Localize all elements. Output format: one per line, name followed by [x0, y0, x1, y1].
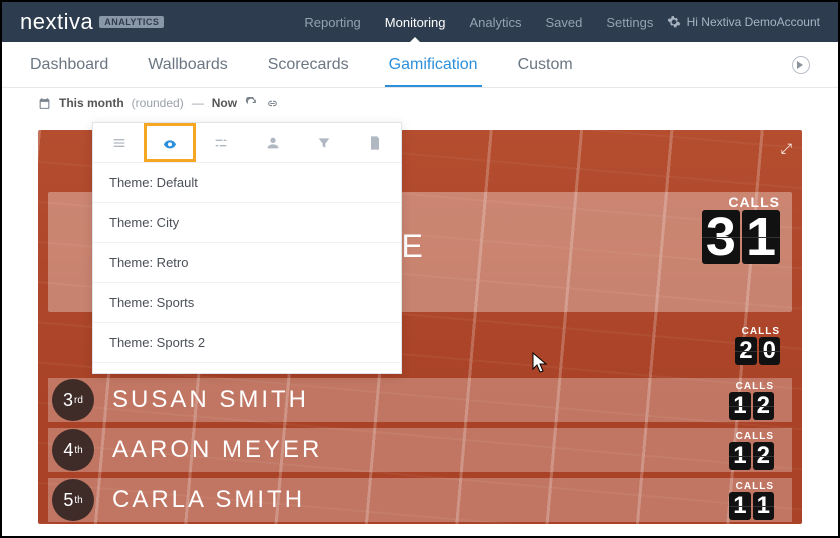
brand-name: nextiva	[20, 9, 93, 35]
leaderboard-row: 3rd SUSAN SMITH CALLS 12	[48, 378, 792, 422]
leader-name: CARLA SMITH	[112, 486, 305, 514]
leader-name: SUSAN SMITH	[112, 386, 309, 414]
tab-dashboard[interactable]: Dashboard	[30, 44, 108, 86]
theme-settings-panel: Theme: Default Theme: City Theme: Retro …	[92, 122, 402, 374]
tab-custom[interactable]: Custom	[518, 44, 573, 86]
leader-calls: CALLS 12	[729, 431, 774, 470]
sub-tabs: Dashboard Wallboards Scorecards Gamifica…	[2, 42, 838, 88]
date-range-sep: —	[192, 96, 204, 110]
rank-badge: 4th	[52, 429, 94, 471]
user-greeting-text: Hi Nextiva DemoAccount	[687, 15, 820, 29]
leader-first-calls: CALLS 31	[702, 194, 780, 264]
rank-badge: 3rd	[52, 379, 94, 421]
nav-analytics[interactable]: Analytics	[469, 15, 521, 30]
link-icon[interactable]	[266, 97, 279, 110]
theme-option[interactable]: Theme: Retro	[93, 243, 401, 283]
calendar-icon	[38, 97, 51, 110]
panel-tab-document-icon[interactable]	[350, 123, 401, 162]
date-range-bar: This month (rounded) — Now	[2, 88, 838, 118]
tab-gamification[interactable]: Gamification	[389, 44, 478, 86]
leader-second-calls: CALLS 20	[735, 326, 780, 365]
panel-tab-strip	[93, 123, 401, 163]
brand-badge: ANALYTICS	[99, 16, 164, 28]
digit: 1	[742, 210, 780, 264]
expand-icon[interactable]: ⤢	[781, 140, 792, 157]
nav-reporting[interactable]: Reporting	[304, 15, 360, 30]
date-range-label[interactable]: This month	[59, 96, 124, 110]
tab-wallboards[interactable]: Wallboards	[148, 44, 227, 86]
top-nav: Reporting Monitoring Analytics Saved Set…	[304, 15, 653, 30]
theme-option[interactable]: Theme: Sports	[93, 283, 401, 323]
leaderboard-row: 4th AARON MEYER CALLS 12	[48, 428, 792, 472]
top-bar: nextiva ANALYTICS Reporting Monitoring A…	[2, 2, 838, 42]
leaderboard-row: 5th CARLA SMITH CALLS 11	[48, 478, 792, 522]
tab-scorecards[interactable]: Scorecards	[268, 44, 349, 86]
theme-option-selected[interactable]: Theme: Sports 3	[93, 363, 401, 373]
panel-tab-user-icon[interactable]	[247, 123, 298, 162]
user-greeting[interactable]: Hi Nextiva DemoAccount	[667, 15, 820, 29]
panel-tab-theme-icon[interactable]	[144, 123, 195, 162]
date-range-now[interactable]: Now	[212, 96, 237, 110]
nav-settings[interactable]: Settings	[606, 15, 653, 30]
date-range-qualifier: (rounded)	[132, 96, 184, 110]
theme-list[interactable]: Theme: Default Theme: City Theme: Retro …	[93, 163, 401, 373]
refresh-icon[interactable]	[245, 97, 258, 110]
rank-badge: 5th	[52, 479, 94, 521]
panel-tab-list-icon[interactable]	[93, 123, 144, 162]
leader-calls: CALLS 11	[729, 481, 774, 520]
leader-calls: CALLS 12	[729, 381, 774, 420]
gear-icon	[667, 15, 681, 29]
panel-tab-sliders-icon[interactable]	[196, 123, 247, 162]
leader-name: AARON MEYER	[112, 436, 322, 464]
theme-option[interactable]: Theme: City	[93, 203, 401, 243]
theme-option[interactable]: Theme: Sports 2	[93, 323, 401, 363]
panel-tab-filter-icon[interactable]	[298, 123, 349, 162]
nav-saved[interactable]: Saved	[546, 15, 583, 30]
mouse-cursor	[532, 352, 550, 374]
theme-option[interactable]: Theme: Default	[93, 163, 401, 203]
nav-monitoring[interactable]: Monitoring	[385, 15, 446, 30]
brand: nextiva ANALYTICS	[20, 9, 164, 35]
play-button[interactable]	[792, 56, 810, 74]
digit: 3	[702, 210, 740, 264]
